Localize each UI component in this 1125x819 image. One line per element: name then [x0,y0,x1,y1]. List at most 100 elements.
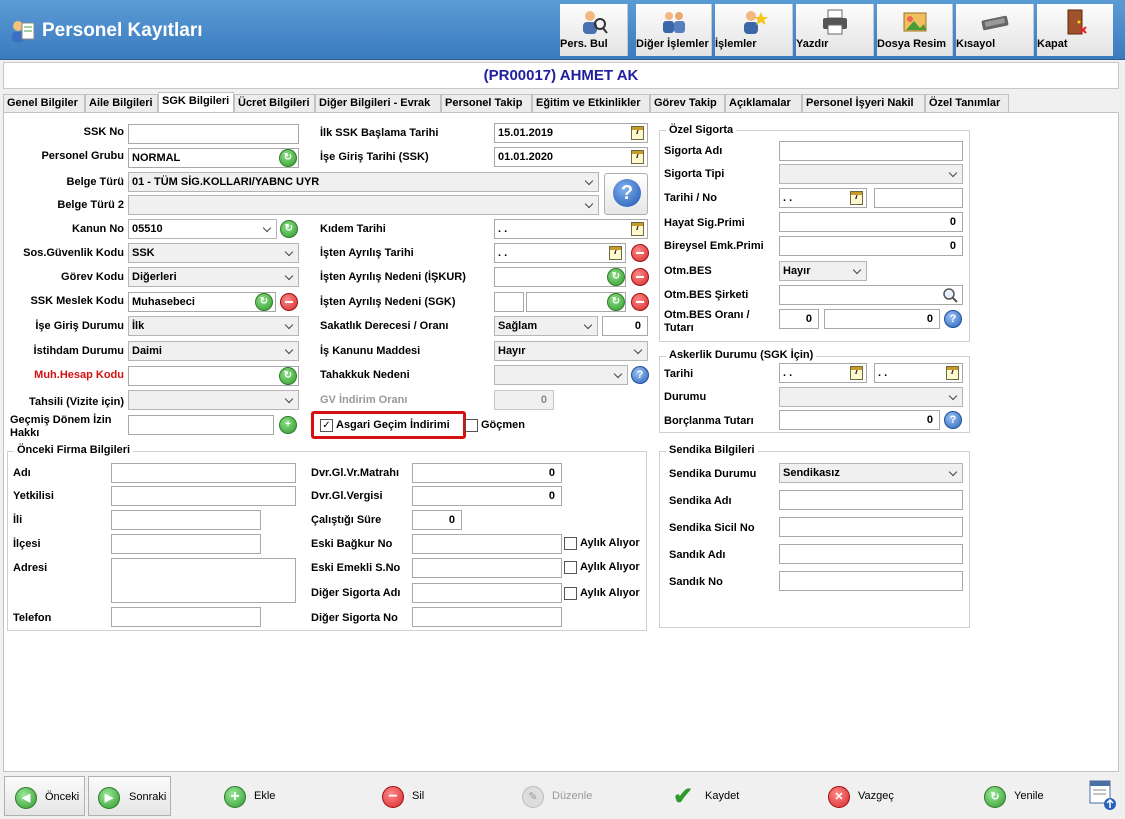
help-icon[interactable]: ? [944,411,962,429]
sandik-no-input[interactable] [779,571,963,591]
ssk-no-input[interactable] [128,124,299,144]
window-settings-icon[interactable] [1088,779,1118,811]
tab-egitim-etkinlikler[interactable]: Eğitim ve Etkinlikler [532,94,650,112]
kisayol-button[interactable]: Kısayol [956,4,1034,56]
otm-sirket-input[interactable] [779,285,963,305]
isten-ayrilis-date[interactable]: . .7 [494,243,626,263]
calendar-icon[interactable]: 7 [631,222,644,236]
otm-oran-input[interactable]: 0 [779,309,819,329]
tab-sgk-bilgileri[interactable]: SGK Bilgileri [158,92,234,112]
tab-ozel-tanimlar[interactable]: Özel Tanımlar [925,94,1009,112]
remove-icon[interactable] [280,293,298,311]
calendar-icon[interactable]: 7 [609,246,622,260]
refresh-icon[interactable]: ↻ [607,268,625,286]
help-button[interactable]: ? [604,173,648,215]
sos-guvenlik-select[interactable]: SSK [128,243,299,263]
vergisi-input[interactable]: 0 [412,486,562,506]
onceki-adi-input[interactable] [111,463,296,483]
ekle-button[interactable]: + Ekle [222,776,292,816]
help-icon[interactable]: ? [944,310,962,328]
calendar-icon[interactable]: 7 [946,366,959,380]
sendika-adi-input[interactable] [779,490,963,510]
sigorta-tarihi-date[interactable]: . .7 [779,188,867,208]
kidem-date[interactable]: . .7 [494,219,648,239]
aylik-checkbox-3[interactable] [564,587,577,600]
gocmen-checkbox[interactable] [465,419,478,432]
refresh-icon[interactable]: ↻ [255,293,273,311]
belge-turu-select[interactable]: 01 - TÜM SİG.KOLLARI/YABNC UYR [128,172,599,192]
calistigi-input[interactable]: 0 [412,510,462,530]
gorev-kodu-select[interactable]: Diğerleri [128,267,299,287]
dosya-resim-button[interactable]: Dosya Resim [877,4,953,56]
ilk-ssk-date[interactable]: 15.01.2019 7 [494,123,648,143]
aylik-checkbox-2[interactable] [564,561,577,574]
remove-icon[interactable] [631,268,649,286]
refresh-icon[interactable]: ↻ [607,293,625,311]
yenile-button[interactable]: ↻ Yenile [982,776,1062,816]
otm-tutar-input[interactable]: 0 [824,309,940,329]
bireysel-input[interactable]: 0 [779,236,963,256]
sakatlik-oran-input[interactable]: 0 [602,316,648,336]
askerlik-durumu-select[interactable] [779,387,963,407]
kanun-no-select[interactable]: 05510 [128,219,277,239]
diger-sigorta-adi-input[interactable] [412,583,562,603]
ise-giris-durumu-select[interactable]: İlk [128,316,299,336]
diger-sigorta-no-input[interactable] [412,607,562,627]
onceki-ili-input[interactable] [111,510,261,530]
gecmis-donem-input[interactable] [128,415,274,435]
tab-aile-bilgileri[interactable]: Aile Bilgileri [85,94,158,112]
tab-aciklamalar[interactable]: Açıklamalar [725,94,802,112]
calendar-icon[interactable]: 7 [850,191,863,205]
ise-giris-tarihi-date[interactable]: 01.01.2020 7 [494,147,648,167]
otm-bes-select[interactable]: Hayır [779,261,867,281]
help-icon[interactable]: ? [631,366,649,384]
refresh-icon[interactable]: ↻ [279,367,297,385]
onceki-button[interactable]: ◀ Önceki [4,776,85,816]
tab-ucret-bilgileri[interactable]: Ücret Bilgileri [234,94,315,112]
sil-button[interactable]: − Sil [380,776,440,816]
vazgec-button[interactable]: ✕ Vazgeç [826,776,906,816]
tahsili-select[interactable] [128,390,299,410]
search-icon[interactable] [942,287,960,303]
calendar-icon[interactable]: 7 [631,150,644,164]
istihdam-durumu-select[interactable]: Daimi [128,341,299,361]
sendika-sicil-input[interactable] [779,517,963,537]
onceki-yetkilisi-input[interactable] [111,486,296,506]
islemler-button[interactable]: İşlemler [715,4,793,56]
pers-bul-button[interactable]: Pers. Bul [560,4,628,56]
sigorta-no-input[interactable] [874,188,963,208]
bagkur-input[interactable] [412,534,562,554]
calendar-icon[interactable]: 7 [850,366,863,380]
hayat-input[interactable]: 0 [779,212,963,232]
borclanma-input[interactable]: 0 [779,410,940,430]
sigorta-tipi-select[interactable] [779,164,963,184]
kaydet-button[interactable]: ✔ Kaydet [671,776,751,816]
asgari-checkbox[interactable]: ✓ [320,419,333,432]
muh-hesap-input[interactable] [128,366,299,386]
ssk-meslek-input[interactable]: Muhasebeci [128,292,276,312]
sonraki-button[interactable]: ▶ Sonraki [88,776,171,816]
personel-grubu-input[interactable]: NORMAL [128,148,299,168]
askerlik-tarihi-2[interactable]: . .7 [874,363,963,383]
askerlik-tarihi-1[interactable]: . .7 [779,363,867,383]
onceki-telefon-input[interactable] [111,607,261,627]
tab-personel-isyeri-nakil[interactable]: Personel İşyeri Nakil [802,94,925,112]
tahakkuk-select[interactable] [494,365,628,385]
onceki-ilcesi-input[interactable] [111,534,261,554]
tab-diger-bilgileri-evrak[interactable]: Diğer Bilgileri - Evrak [315,94,441,112]
onceki-adresi-textarea[interactable] [111,558,296,603]
kapat-button[interactable]: Kapat [1037,4,1113,56]
yazdir-button[interactable]: Yazdır [796,4,874,56]
tab-gorev-takip[interactable]: Görev Takip [650,94,725,112]
sigorta-adi-input[interactable] [779,141,963,161]
aylik-checkbox-1[interactable] [564,537,577,550]
duzenle-button[interactable]: ✎ Düzenle [520,776,600,816]
sandik-adi-input[interactable] [779,544,963,564]
emekli-input[interactable] [412,558,562,578]
matrah-input[interactable]: 0 [412,463,562,483]
refresh-icon[interactable]: ↻ [279,149,297,167]
calendar-icon[interactable]: 7 [631,126,644,140]
diger-islemler-button[interactable]: Diğer İşlemler [636,4,712,56]
remove-icon[interactable] [631,293,649,311]
tab-personel-takip[interactable]: Personel Takip [441,94,532,112]
